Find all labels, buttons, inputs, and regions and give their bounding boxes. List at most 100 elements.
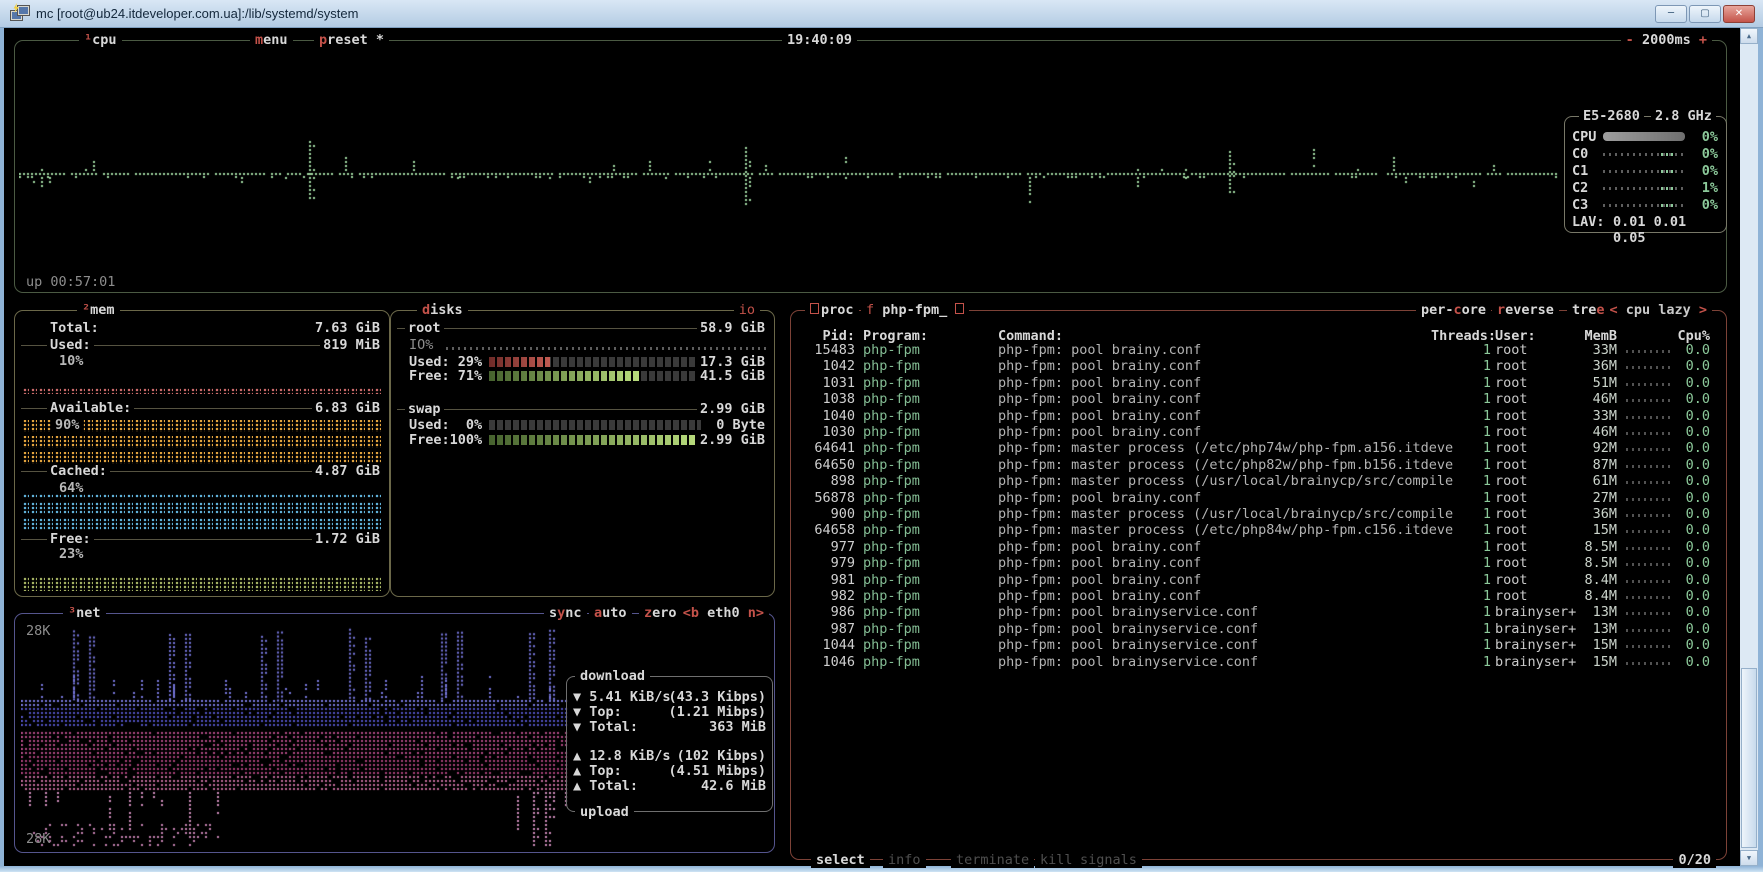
proc-row[interactable]: 900php-fpmphp-fpm: master process (/usr/… bbox=[791, 506, 1726, 522]
proc-row[interactable]: 64658php-fpmphp-fpm: master process (/et… bbox=[791, 522, 1726, 538]
proc-user: root bbox=[1495, 572, 1528, 588]
scroll-down-icon[interactable]: ▼ bbox=[1740, 850, 1758, 866]
tree-toggle[interactable]: tree bbox=[1567, 302, 1610, 318]
kill-button[interactable]: kill bbox=[1035, 852, 1078, 868]
disk-root-free-meter bbox=[489, 371, 701, 381]
proc-row[interactable]: 1030php-fpmphp-fpm: pool brainy.conf1roo… bbox=[791, 424, 1726, 440]
proc-row[interactable]: 1046php-fpmphp-fpm: pool brainyservice.c… bbox=[791, 654, 1726, 670]
core-history-dots bbox=[1603, 153, 1685, 156]
net-auto-toggle[interactable]: auto bbox=[589, 605, 632, 621]
proc-row[interactable]: 898php-fpmphp-fpm: master process (/usr/… bbox=[791, 473, 1726, 489]
proc-pid: 1030 bbox=[799, 424, 855, 440]
proc-history-dots bbox=[1626, 465, 1673, 468]
proc-mem: 46M bbox=[1557, 424, 1617, 440]
proc-mem: 8.5M bbox=[1557, 539, 1617, 555]
proc-row[interactable]: 987php-fpmphp-fpm: pool brainyservice.co… bbox=[791, 621, 1726, 637]
proc-command: php-fpm: pool brainyservice.conf bbox=[998, 637, 1258, 653]
proc-row[interactable]: 56878php-fpmphp-fpm: pool brainy.conf1ro… bbox=[791, 490, 1726, 506]
scroll-up-icon[interactable]: ▲ bbox=[1740, 28, 1758, 44]
proc-row[interactable]: 986php-fpmphp-fpm: pool brainyservice.co… bbox=[791, 604, 1726, 620]
net-zero-toggle[interactable]: zero bbox=[639, 605, 682, 621]
proc-command: php-fpm: master process (/usr/local/brai… bbox=[998, 473, 1453, 489]
proc-row[interactable]: 1042php-fpmphp-fpm: pool brainy.conf1roo… bbox=[791, 358, 1726, 374]
upload-speed-bps: (102 Kibps) bbox=[677, 748, 766, 764]
proc-pid: 1040 bbox=[799, 408, 855, 424]
sort-selector[interactable]: < cpu lazy > bbox=[1604, 302, 1712, 318]
proc-row[interactable]: 1038php-fpmphp-fpm: pool brainy.conf1roo… bbox=[791, 391, 1726, 407]
proc-row[interactable]: 64641php-fpmphp-fpm: master process (/et… bbox=[791, 440, 1726, 456]
proc-pid: 977 bbox=[799, 539, 855, 555]
interval-increase-button[interactable]: + bbox=[1699, 32, 1707, 48]
proc-program: php-fpm bbox=[863, 490, 920, 506]
signals-button[interactable]: signals bbox=[1075, 852, 1142, 868]
proc-history-dots bbox=[1626, 530, 1673, 533]
maximize-button[interactable]: ▢ bbox=[1689, 5, 1721, 23]
scrollbar[interactable]: ▲ ▼ bbox=[1740, 28, 1758, 866]
proc-command: php-fpm: pool brainy.conf bbox=[998, 539, 1201, 555]
proc-user: root bbox=[1495, 506, 1528, 522]
disks-box-title[interactable]: disks bbox=[417, 302, 468, 318]
core-label: C3 bbox=[1572, 197, 1588, 213]
menu-button[interactable]: menu bbox=[250, 32, 293, 48]
proc-row[interactable]: 977php-fpmphp-fpm: pool brainy.conf1root… bbox=[791, 539, 1726, 555]
proc-program: php-fpm bbox=[863, 621, 920, 637]
disk-root-row: root 58.9 GiB bbox=[395, 320, 770, 336]
cpu-usage-graph bbox=[19, 89, 1559, 274]
net-sync-toggle[interactable]: sync bbox=[544, 605, 587, 621]
filter-clear-icon[interactable] bbox=[955, 303, 964, 314]
proc-history-dots bbox=[1626, 350, 1673, 353]
cpu-box-title[interactable]: ¹cpu bbox=[79, 32, 122, 48]
proc-row[interactable]: 981php-fpmphp-fpm: pool brainy.conf1root… bbox=[791, 572, 1726, 588]
proc-pid: 898 bbox=[799, 473, 855, 489]
proc-cpu: 0.0 bbox=[1675, 588, 1710, 604]
proc-user: root bbox=[1495, 342, 1528, 358]
proc-pid: 979 bbox=[799, 555, 855, 571]
proc-filter-input[interactable]: f php-fpm_ bbox=[861, 302, 969, 318]
window-border-bottom bbox=[0, 866, 1763, 872]
select-button[interactable]: select bbox=[811, 852, 870, 868]
proc-cpu: 0.0 bbox=[1675, 522, 1710, 538]
proc-row[interactable]: 15483php-fpmphp-fpm: pool brainy.conf1ro… bbox=[791, 342, 1726, 358]
cpu-box: ¹cpu menu preset * 19:40:09 - 2000ms + u… bbox=[14, 40, 1727, 293]
proc-row[interactable]: 1040php-fpmphp-fpm: pool brainy.conf1roo… bbox=[791, 408, 1726, 424]
proc-user: root bbox=[1495, 555, 1528, 571]
proc-row[interactable]: 64650php-fpmphp-fpm: master process (/et… bbox=[791, 457, 1726, 473]
proc-user: root bbox=[1495, 440, 1528, 456]
proc-program: php-fpm bbox=[863, 588, 920, 604]
proc-pid: 64650 bbox=[799, 457, 855, 473]
interval-value: 2000ms bbox=[1642, 32, 1691, 48]
proc-pid: 1038 bbox=[799, 391, 855, 407]
io-mode-tab[interactable]: io bbox=[734, 302, 760, 318]
proc-threads: 1 bbox=[1431, 375, 1491, 391]
proc-command: php-fpm: pool brainy.conf bbox=[998, 555, 1201, 571]
nic-switcher[interactable]: <b eth0 n> bbox=[678, 605, 769, 621]
scrollbar-thumb[interactable] bbox=[1741, 668, 1757, 848]
reverse-toggle[interactable]: reverse bbox=[1492, 302, 1559, 318]
preset-button[interactable]: preset * bbox=[314, 32, 389, 48]
info-button[interactable]: info bbox=[883, 852, 926, 868]
per-core-toggle[interactable]: per-core bbox=[1416, 302, 1491, 318]
proc-cpu: 0.0 bbox=[1675, 408, 1710, 424]
proc-cpu: 0.0 bbox=[1675, 391, 1710, 407]
mem-free-row: Free: 1.72 GiB bbox=[19, 531, 385, 547]
proc-cpu: 0.0 bbox=[1675, 604, 1710, 620]
interval-decrease-button[interactable]: - bbox=[1626, 32, 1634, 48]
proc-mem: 33M bbox=[1557, 342, 1617, 358]
minimize-button[interactable]: ─ bbox=[1655, 5, 1687, 23]
net-box-title[interactable]: ³net bbox=[63, 605, 106, 621]
load-average-row: LAV: 0.01 0.01 0.05 bbox=[1565, 214, 1726, 230]
disk-swap-free-value: 2.99 GiB bbox=[697, 432, 768, 448]
proc-history-dots bbox=[1626, 416, 1673, 419]
net-scale-bottom: 28K bbox=[26, 831, 50, 847]
proc-box-title[interactable]: proc bbox=[805, 302, 859, 318]
proc-cpu: 0.0 bbox=[1675, 424, 1710, 440]
proc-row[interactable]: 1044php-fpmphp-fpm: pool brainyservice.c… bbox=[791, 637, 1726, 653]
title-bar[interactable]: mc [root@ub24.itdeveloper.com.ua]:/lib/s… bbox=[0, 0, 1763, 28]
proc-row[interactable]: 982php-fpmphp-fpm: pool brainy.conf1root… bbox=[791, 588, 1726, 604]
mem-box-title[interactable]: ²mem bbox=[77, 302, 120, 318]
proc-row[interactable]: 1031php-fpmphp-fpm: pool brainy.conf1roo… bbox=[791, 375, 1726, 391]
terminate-button[interactable]: terminate bbox=[951, 852, 1034, 868]
proc-row[interactable]: 979php-fpmphp-fpm: pool brainy.conf1root… bbox=[791, 555, 1726, 571]
close-button[interactable]: ✕ bbox=[1723, 5, 1755, 23]
proc-command: php-fpm: pool brainy.conf bbox=[998, 342, 1201, 358]
